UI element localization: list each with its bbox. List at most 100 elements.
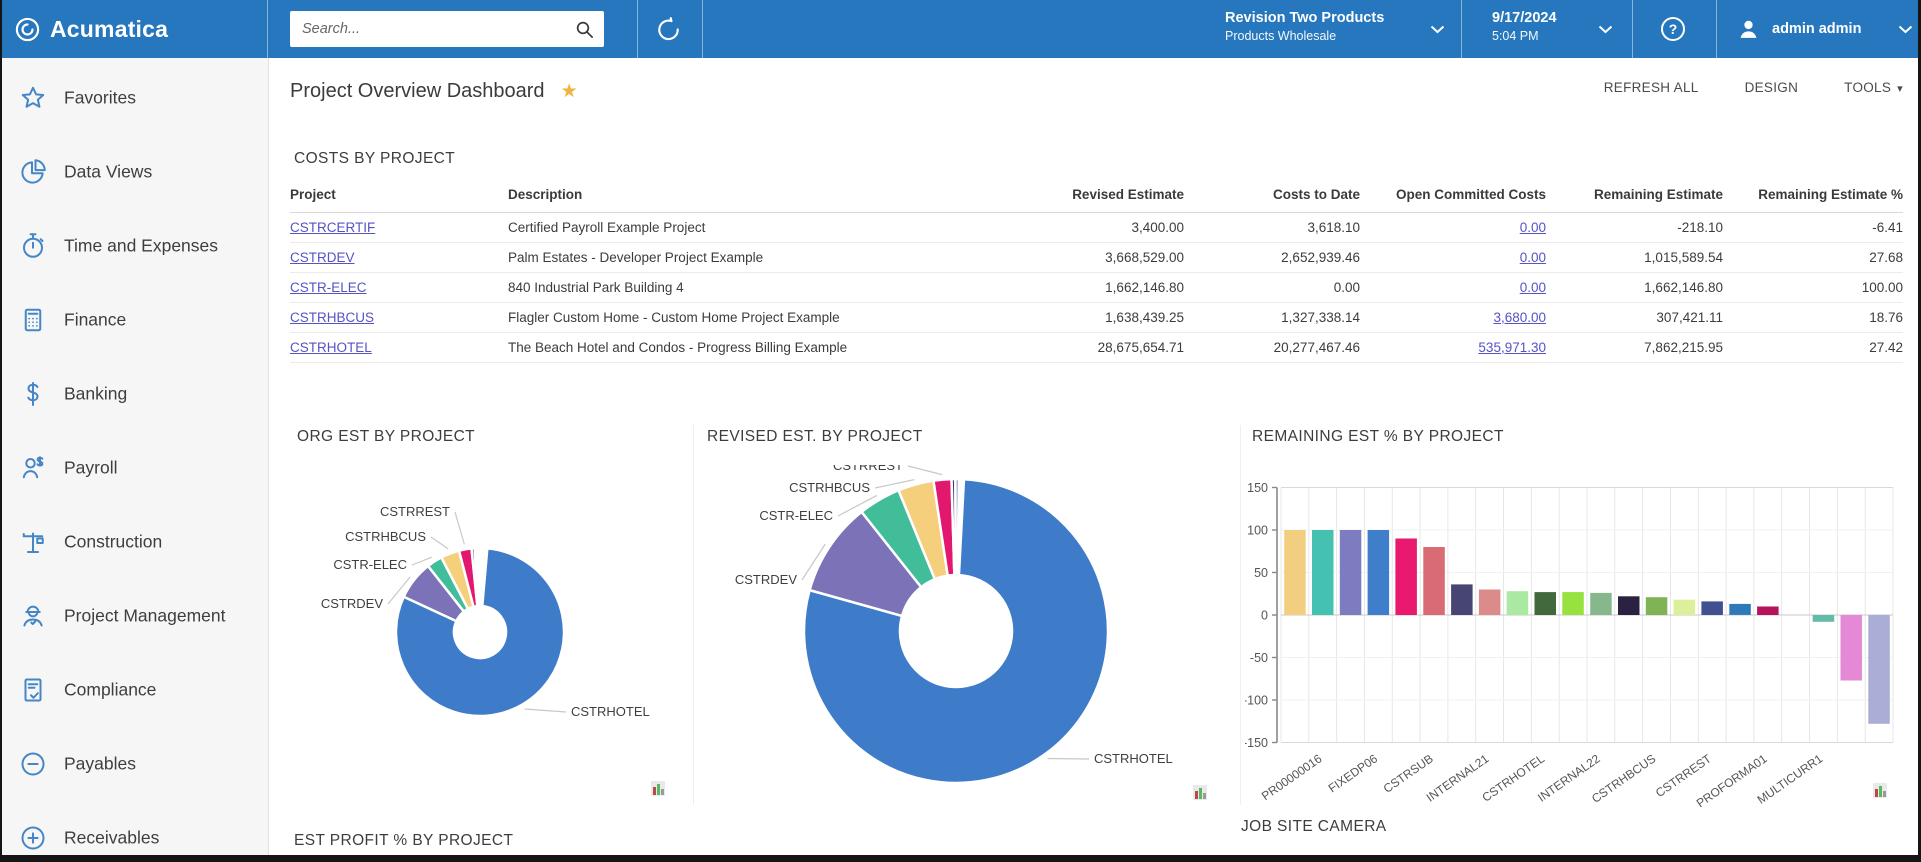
label-leader-line	[1048, 759, 1089, 760]
business-date-selector[interactable]: 9/17/2024 5:04 PM	[1492, 9, 1557, 43]
bar[interactable]	[1423, 547, 1445, 615]
design-button[interactable]: DESIGN	[1745, 80, 1799, 95]
topbar-separator	[267, 0, 268, 58]
search-box	[290, 11, 604, 47]
tools-button[interactable]: TOOLS▾	[1844, 80, 1903, 95]
bar[interactable]	[1562, 592, 1584, 615]
bar[interactable]	[1368, 530, 1390, 615]
pie-chart-icon	[18, 157, 48, 187]
topbar-separator	[1632, 0, 1633, 58]
open-committed-costs-link[interactable]: 535,971.30	[1478, 340, 1546, 355]
project-link[interactable]: CSTRCERTIF	[290, 220, 375, 235]
remaining-est-bar-chart: 150100500-50-100-150PR00000016FIXEDP06CS…	[1245, 455, 1910, 850]
sidebar-item-label: Favorites	[64, 88, 136, 109]
description-cell: 840 Industrial Park Building 4	[508, 273, 1004, 303]
bar[interactable]	[1813, 615, 1835, 622]
chevron-down-icon[interactable]	[1598, 25, 1613, 34]
sidebar-item-compliance[interactable]: Compliance	[0, 666, 268, 714]
sidebar-item-finance[interactable]: Finance	[0, 296, 268, 344]
open-committed-costs-cell: 0.00	[1360, 243, 1546, 273]
sidebar-item-payroll[interactable]: Payroll	[0, 444, 268, 492]
bar[interactable]	[1590, 593, 1612, 615]
project-link[interactable]: CSTRHOTEL	[290, 340, 372, 355]
chart-type-icon[interactable]	[1192, 784, 1208, 806]
column-header[interactable]: Revised Estimate	[1004, 180, 1184, 213]
search-input[interactable]	[290, 21, 574, 37]
description-cell: Certified Payroll Example Project	[508, 213, 1004, 243]
column-header[interactable]: Costs to Date	[1184, 180, 1360, 213]
top-bar: Acumatica Revision Two Products Products…	[0, 0, 1921, 58]
column-header[interactable]: Description	[508, 180, 1004, 213]
bar[interactable]	[1646, 597, 1668, 615]
company-selector[interactable]: Revision Two Products Products Wholesale	[1225, 9, 1384, 43]
bar[interactable]	[1479, 590, 1501, 616]
bar[interactable]	[1618, 596, 1640, 615]
donut-label: CSTRREST	[833, 458, 903, 473]
widget-divider	[693, 425, 694, 805]
topbar-separator	[1461, 0, 1462, 58]
donut-slice-small[interactable]	[955, 479, 959, 575]
column-header[interactable]: Remaining Estimate	[1546, 180, 1723, 213]
bar[interactable]	[1312, 530, 1334, 615]
sidebar-item-construction[interactable]: Construction	[0, 518, 268, 566]
column-header[interactable]: Remaining Estimate %	[1723, 180, 1903, 213]
company-name: Revision Two Products	[1225, 9, 1384, 27]
open-committed-costs-link[interactable]: 0.00	[1520, 250, 1546, 265]
bar[interactable]	[1507, 591, 1529, 615]
help-icon[interactable]: ?	[1661, 17, 1685, 41]
column-header[interactable]: Project	[290, 180, 508, 213]
sidebar-item-favorites[interactable]: Favorites	[0, 74, 268, 122]
time-tracking-icon[interactable]	[650, 11, 686, 47]
bar[interactable]	[1757, 607, 1779, 616]
open-committed-costs-link[interactable]: 0.00	[1520, 280, 1546, 295]
bar[interactable]	[1701, 601, 1723, 615]
sidebar-item-label: Data Views	[64, 162, 152, 183]
sidebar-item-label: Banking	[64, 384, 127, 405]
project-link[interactable]: CSTR-ELEC	[290, 280, 367, 295]
search-icon[interactable]	[574, 19, 595, 40]
bar[interactable]	[1284, 530, 1306, 615]
open-committed-costs-link[interactable]: 3,680.00	[1493, 310, 1546, 325]
bar[interactable]	[1729, 604, 1751, 615]
est-profit-widget-title: EST PROFIT % BY PROJECT	[294, 832, 513, 850]
bar[interactable]	[1395, 539, 1417, 616]
bar[interactable]	[1451, 584, 1473, 615]
table-header-row: ProjectDescriptionRevised EstimateCosts …	[290, 180, 1903, 213]
project-link[interactable]: CSTRDEV	[290, 250, 355, 265]
chart-type-icon[interactable]	[650, 780, 666, 802]
label-leader-line	[908, 466, 942, 475]
project-link[interactable]: CSTRHBCUS	[290, 310, 374, 325]
open-committed-costs-link[interactable]: 0.00	[1520, 220, 1546, 235]
project-link-cell: CSTRHOTEL	[290, 333, 508, 363]
chart-type-icon[interactable]	[1872, 782, 1888, 804]
bar[interactable]	[1841, 615, 1863, 681]
worker-icon	[18, 601, 48, 631]
remaining_estimate_pct-cell: 27.68	[1723, 243, 1903, 273]
remaining_estimate_pct-cell: 100.00	[1723, 273, 1903, 303]
remaining_estimate_pct-cell: 27.42	[1723, 333, 1903, 363]
x-tick-label: CSTRSUB	[1381, 751, 1436, 795]
column-header[interactable]: Open Committed Costs	[1360, 180, 1546, 213]
sidebar-item-banking[interactable]: Banking	[0, 370, 268, 418]
help-glyph: ?	[1669, 21, 1678, 37]
refresh-all-button[interactable]: REFRESH ALL	[1604, 80, 1699, 95]
bar[interactable]	[1674, 600, 1696, 615]
sidebar-item-project-management[interactable]: Project Management	[0, 592, 268, 640]
favorite-star-icon[interactable]: ★	[561, 82, 578, 101]
label-leader-line	[431, 537, 448, 549]
crane-icon	[18, 527, 48, 557]
bar[interactable]	[1340, 530, 1362, 615]
chevron-down-icon[interactable]	[1898, 25, 1913, 34]
user-menu[interactable]: admin admin	[1736, 0, 1861, 58]
donut-label: CSTRDEV	[321, 596, 383, 611]
sidebar-item-time-and-expenses[interactable]: Time and Expenses	[0, 222, 268, 270]
bar[interactable]	[1535, 592, 1557, 615]
acumatica-logo[interactable]: Acumatica	[14, 0, 168, 58]
acumatica-dashboard-screen: Acumatica Revision Two Products Products…	[0, 0, 1921, 862]
sidebar-item-payables[interactable]: Payables	[0, 740, 268, 788]
chevron-down-icon[interactable]	[1430, 25, 1445, 34]
open-committed-costs-cell: 3,680.00	[1360, 303, 1546, 333]
sidebar-item-data-views[interactable]: Data Views	[0, 148, 268, 196]
topbar-separator	[702, 0, 703, 58]
bar[interactable]	[1868, 615, 1890, 724]
